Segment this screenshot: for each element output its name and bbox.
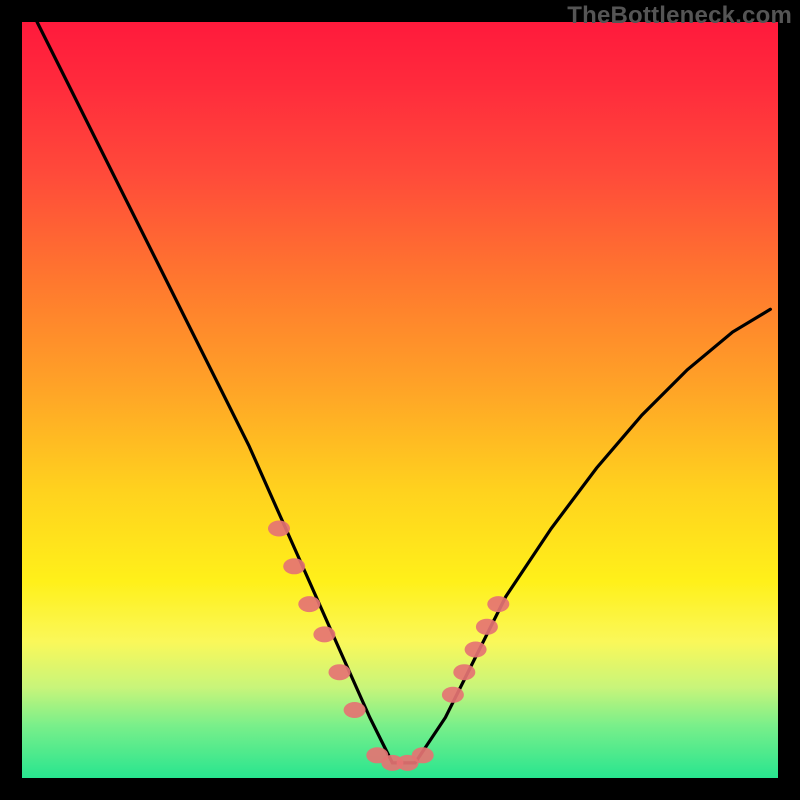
bottleneck-curve: [37, 22, 770, 763]
left-arm-markers: [329, 664, 351, 680]
left-arm-markers: [344, 702, 366, 718]
right-arm-markers: [476, 619, 498, 635]
left-arm-markers: [298, 596, 320, 612]
left-arm-markers: [313, 626, 335, 642]
left-arm-markers: [268, 521, 290, 537]
right-arm-markers: [487, 596, 509, 612]
valley-markers: [412, 747, 434, 763]
outer-frame: TheBottleneck.com: [0, 0, 800, 800]
left-arm-markers: [283, 558, 305, 574]
right-arm-markers: [442, 687, 464, 703]
plot-area: [22, 22, 778, 778]
right-arm-markers: [465, 642, 487, 658]
watermark-text: TheBottleneck.com: [567, 2, 792, 30]
curve-markers: [268, 521, 509, 771]
chart-svg: [22, 22, 778, 778]
right-arm-markers: [453, 664, 475, 680]
